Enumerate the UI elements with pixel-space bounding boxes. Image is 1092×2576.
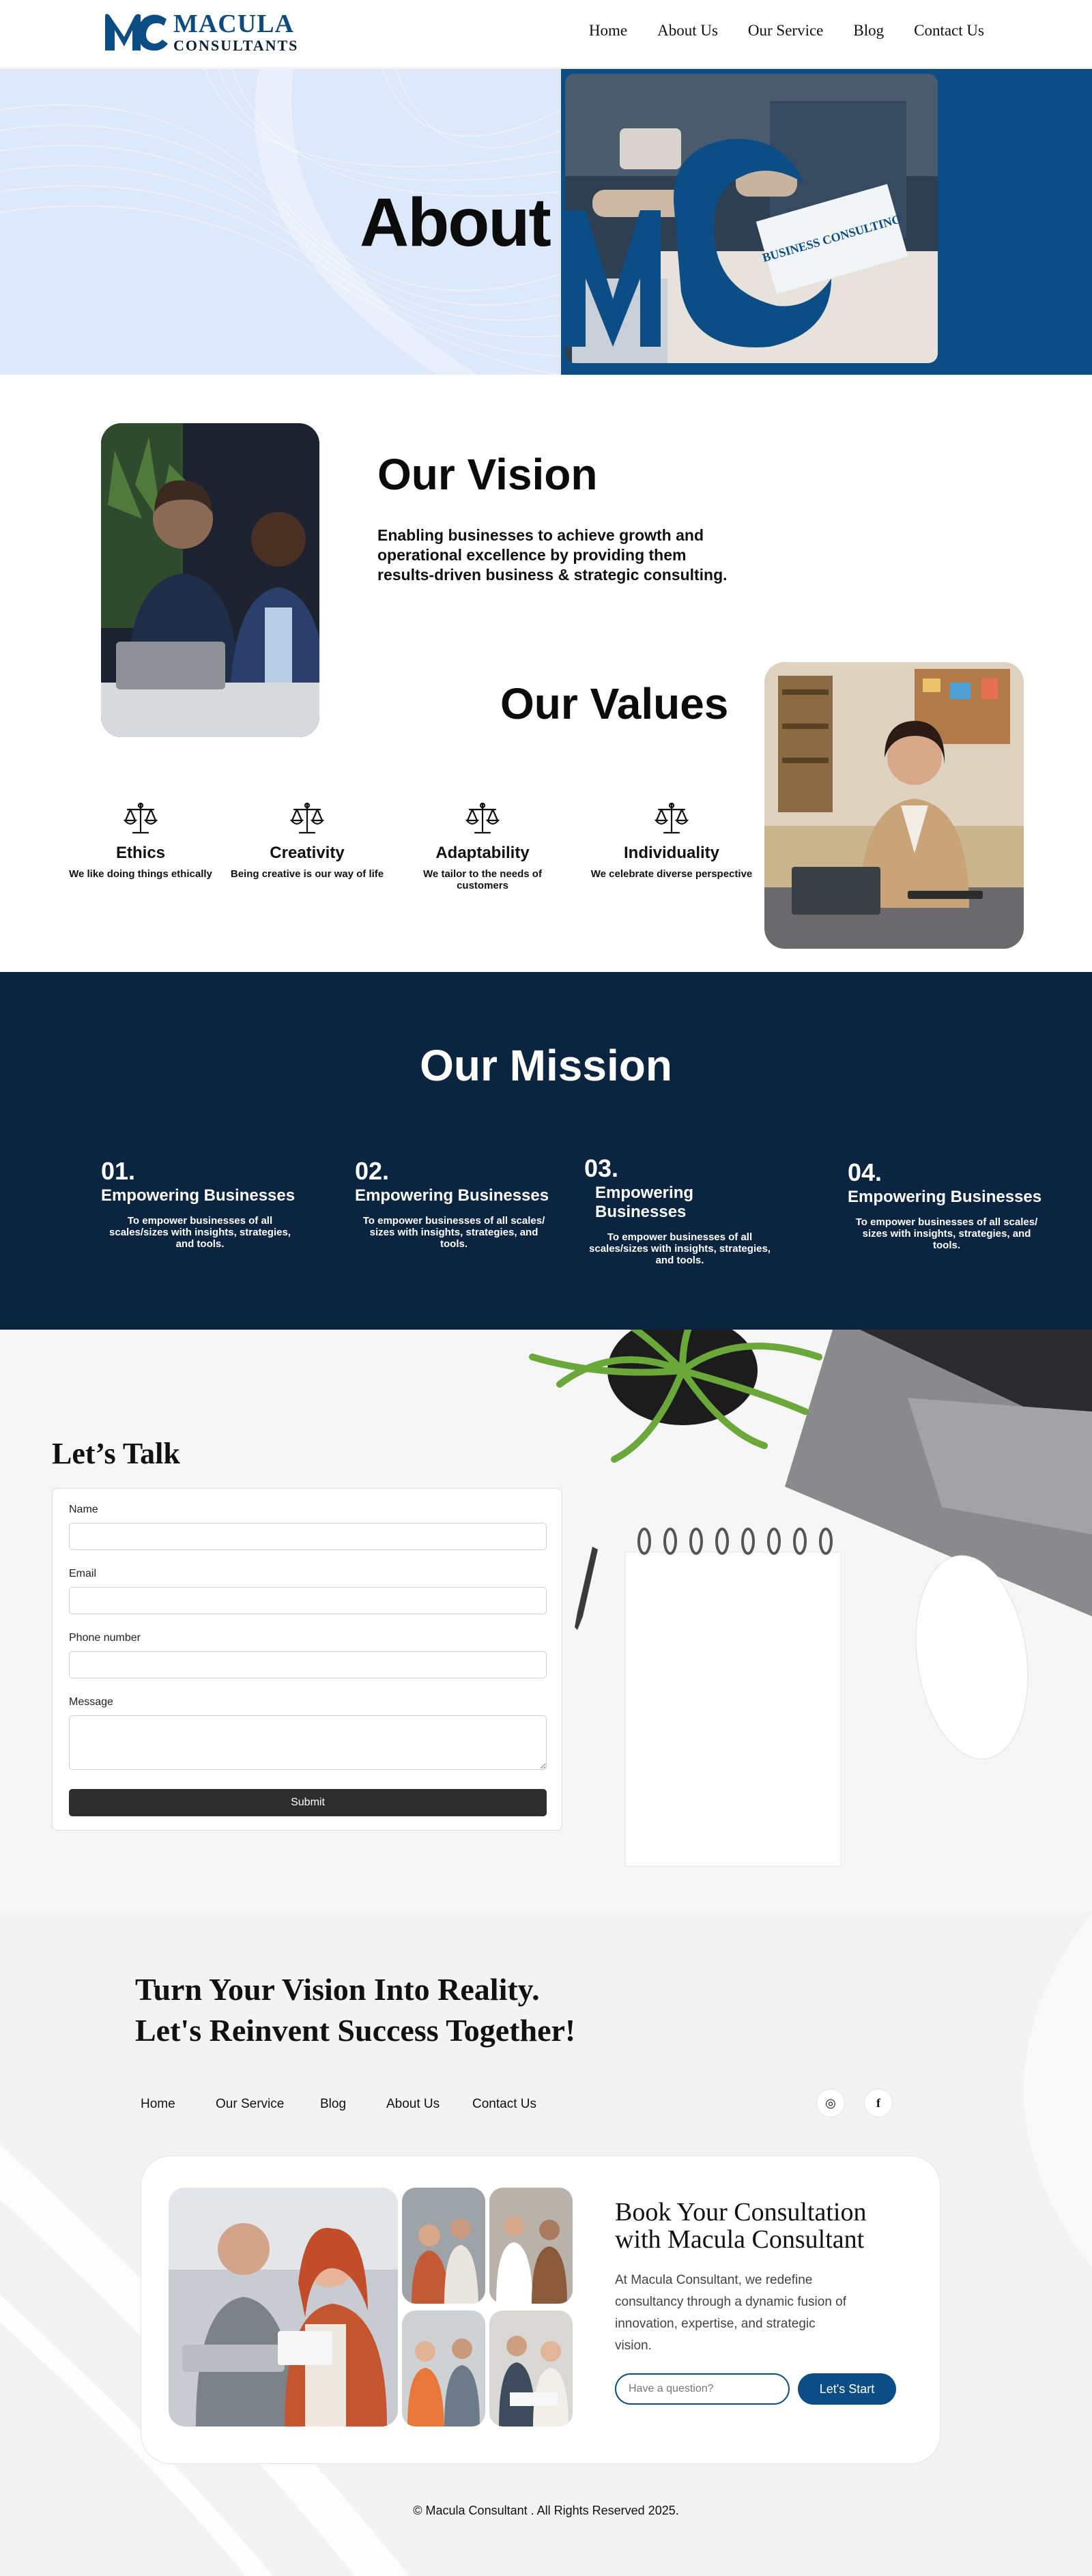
value-item-creativity: Creativity Being creative is our way of … xyxy=(225,800,389,880)
value-item-ethics: Ethics We like doing things ethically xyxy=(59,800,222,880)
mission-item-3: 03. Empowering Businesses To empower bus… xyxy=(584,1154,789,1267)
value-desc: We tailor to the needs of customers xyxy=(423,868,542,891)
nav-our-service[interactable]: Our Service xyxy=(748,22,824,40)
footer-nav-about-us[interactable]: About Us xyxy=(386,2097,440,2112)
booking-title: Book Your Consultation with Macula Consu… xyxy=(615,2198,867,2254)
message-label: Message xyxy=(69,1696,113,1708)
name-field[interactable] xyxy=(69,1523,547,1550)
email-label: Email xyxy=(69,1568,97,1579)
mission-heading: Empowering Businesses xyxy=(848,1188,1042,1206)
cta-line-1: Turn Your Vision Into Reality. xyxy=(135,1972,540,2007)
instagram-icon[interactable]: ◎ xyxy=(816,2089,845,2117)
logo-mark-icon xyxy=(105,14,168,51)
collage-photo-3 xyxy=(402,2310,485,2427)
value-desc: Being creative is our way of life xyxy=(230,868,384,880)
mission-number: 03. xyxy=(584,1154,619,1182)
cta-line-2: Let's Reinvent Success Together! xyxy=(135,2013,576,2048)
mission-title: Our Mission xyxy=(420,1041,672,1090)
logo-text-line1: MACULA xyxy=(173,10,294,38)
nav-home[interactable]: Home xyxy=(589,22,627,40)
main-nav: Home About Us Our Service Blog Contact U… xyxy=(589,22,984,40)
collage-photo-main xyxy=(169,2188,398,2427)
footer: Turn Your Vision Into Reality. Let's Rei… xyxy=(0,1913,1092,2576)
scales-icon xyxy=(654,802,689,834)
value-name: Adaptability xyxy=(435,844,530,862)
contact-section: Let’s Talk Name Email Phone number Messa… xyxy=(0,1330,1092,1913)
value-name: Creativity xyxy=(270,844,345,862)
value-desc: We like doing things ethically xyxy=(69,868,212,880)
scales-icon xyxy=(123,802,158,834)
footer-nav-contact-us[interactable]: Contact Us xyxy=(472,2097,536,2112)
email-field[interactable] xyxy=(69,1587,547,1614)
value-name: Individuality xyxy=(623,844,719,862)
mission-heading: Empowering Businesses xyxy=(595,1184,694,1221)
mission-number: 04. xyxy=(848,1158,882,1186)
hero-brand-panel: BUSINESS CONSULTING xyxy=(561,69,1092,375)
booking-text: At Macula Consultant, we redefine consul… xyxy=(615,2273,847,2353)
phone-label: Phone number xyxy=(69,1632,141,1644)
value-desc: We celebrate diverse perspective xyxy=(590,868,753,880)
footer-nav-our-service[interactable]: Our Service xyxy=(216,2097,284,2112)
value-item-adaptability: Adaptability We tailor to the needs of c… xyxy=(401,800,564,891)
hero-photo: BUSINESS CONSULTING xyxy=(565,74,938,363)
submit-button[interactable]: Submit xyxy=(69,1789,547,1816)
page-title: About xyxy=(360,184,551,261)
values-photo xyxy=(764,662,1024,949)
question-input[interactable] xyxy=(615,2373,790,2405)
nav-blog[interactable]: Blog xyxy=(853,22,884,40)
logo-text-line2: CONSULTANTS xyxy=(173,37,299,54)
contact-form: Name Email Phone number Message Submit xyxy=(52,1488,562,1831)
contact-title: Let’s Talk xyxy=(52,1437,180,1470)
mission-item-2: 02. Empowering Businesses To empower bus… xyxy=(355,1159,560,1250)
message-field[interactable] xyxy=(69,1715,547,1770)
scales-icon xyxy=(289,802,325,834)
mission-number: 02. xyxy=(355,1157,390,1185)
mission-section: Our Mission 01. Empowering Businesses To… xyxy=(0,972,1092,1330)
logo[interactable]: MACULA CONSULTANTS xyxy=(101,10,298,55)
footer-nav-blog[interactable]: Blog xyxy=(320,2097,346,2112)
site-header: MACULA CONSULTANTS Home About Us Our Ser… xyxy=(0,0,1092,68)
footer-nav-home[interactable]: Home xyxy=(141,2097,175,2112)
mission-desc: To empower businesses of all scales/size… xyxy=(589,1231,771,1266)
mission-desc: To empower businesses of all scales/ siz… xyxy=(855,1216,1038,1251)
collage-photo-1 xyxy=(402,2188,485,2304)
booking-card: Book Your Consultation with Macula Consu… xyxy=(141,2156,940,2464)
lets-start-button[interactable]: Let's Start xyxy=(798,2373,896,2405)
collage-photo-4 xyxy=(489,2310,573,2427)
collage-photo-2 xyxy=(489,2188,573,2304)
mission-desc: To empower businesses of all scales/size… xyxy=(109,1215,291,1250)
value-item-individuality: Individuality We celebrate diverse persp… xyxy=(590,800,753,880)
phone-field[interactable] xyxy=(69,1651,547,1678)
mission-item-4: 04. Empowering Businesses To empower bus… xyxy=(848,1158,1052,1252)
vision-photo xyxy=(101,423,319,737)
vision-text: Enabling businesses to achieve growth an… xyxy=(377,526,728,584)
copyright-text: © Macula Consultant . All Rights Reserve… xyxy=(413,2504,679,2517)
facebook-icon[interactable]: f xyxy=(864,2089,893,2117)
mission-heading: Empowering Businesses xyxy=(101,1186,296,1205)
vision-title: Our Vision xyxy=(377,450,598,499)
mission-item-1: 01. Empowering Businesses To empower bus… xyxy=(101,1159,306,1250)
nav-contact-us[interactable]: Contact Us xyxy=(914,22,984,40)
mission-desc: To empower businesses of all scales/ siz… xyxy=(362,1215,545,1250)
name-label: Name xyxy=(69,1504,98,1515)
scales-icon xyxy=(465,802,500,834)
mission-heading: Empowering Businesses xyxy=(355,1186,549,1205)
value-name: Ethics xyxy=(115,844,166,862)
hero-section: About BUSINESS CONSULTING xyxy=(0,69,1092,375)
values-title: Our Values xyxy=(500,679,729,728)
nav-about-us[interactable]: About Us xyxy=(657,22,718,40)
mission-number: 01. xyxy=(101,1157,136,1185)
